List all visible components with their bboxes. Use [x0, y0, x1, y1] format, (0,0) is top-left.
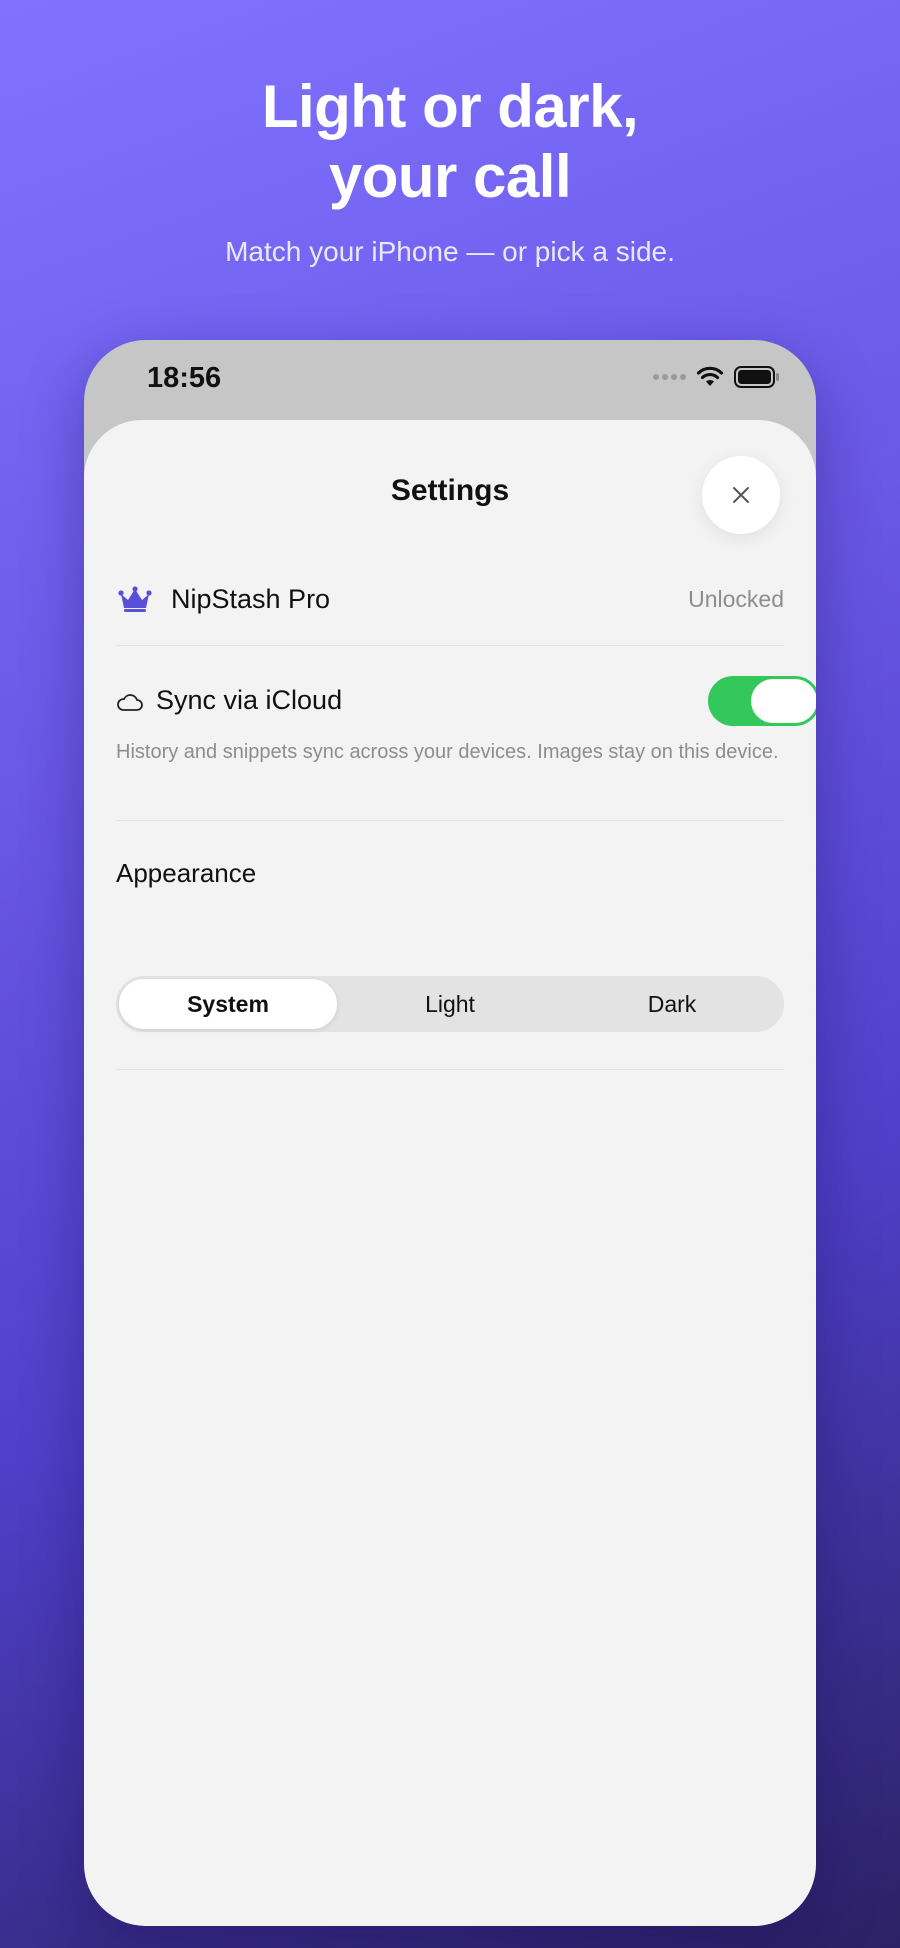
appearance-heading: Appearance	[116, 858, 257, 888]
sync-label: Sync via iCloud	[156, 685, 343, 715]
hero-title: Light or dark, your call	[0, 72, 900, 212]
pro-row[interactable]: NipStash Pro Unlocked	[116, 580, 784, 620]
appearance-option-light[interactable]: Light	[341, 979, 559, 1029]
cloud-icon	[117, 694, 143, 711]
settings-sheet: Settings NipStash Pro Unlocked Sync via …	[84, 420, 816, 1926]
appearance-option-system[interactable]: System	[119, 979, 337, 1029]
crown-icon	[118, 586, 152, 612]
sync-description: History and snippets sync across your de…	[116, 741, 779, 763]
hero-title-line2: your call	[328, 143, 572, 210]
close-icon	[733, 487, 749, 503]
toggle-knob	[751, 679, 816, 723]
phone-mockup: 18:56 Settings NipStash Pro Unlocked Syn…	[84, 340, 816, 1926]
pro-label: NipStash Pro	[171, 584, 331, 614]
hero-subtitle: Match your iPhone — or pick a side.	[225, 236, 675, 267]
divider	[116, 820, 784, 821]
cellular-icon	[653, 374, 686, 380]
sync-toggle[interactable]	[708, 676, 816, 726]
hero-title-line1: Light or dark,	[261, 73, 639, 140]
wifi-icon	[696, 366, 724, 386]
sync-row: Sync via iCloud	[116, 676, 816, 726]
status-icons	[653, 366, 780, 388]
pro-status: Unlocked	[688, 586, 784, 612]
appearance-option-dark[interactable]: Dark	[563, 979, 781, 1029]
close-button[interactable]	[702, 456, 780, 534]
appearance-segmented-control: System Light Dark	[116, 976, 784, 1032]
battery-icon	[734, 366, 779, 388]
status-time: 18:56	[147, 362, 222, 394]
divider	[116, 1069, 784, 1070]
divider	[116, 645, 784, 646]
